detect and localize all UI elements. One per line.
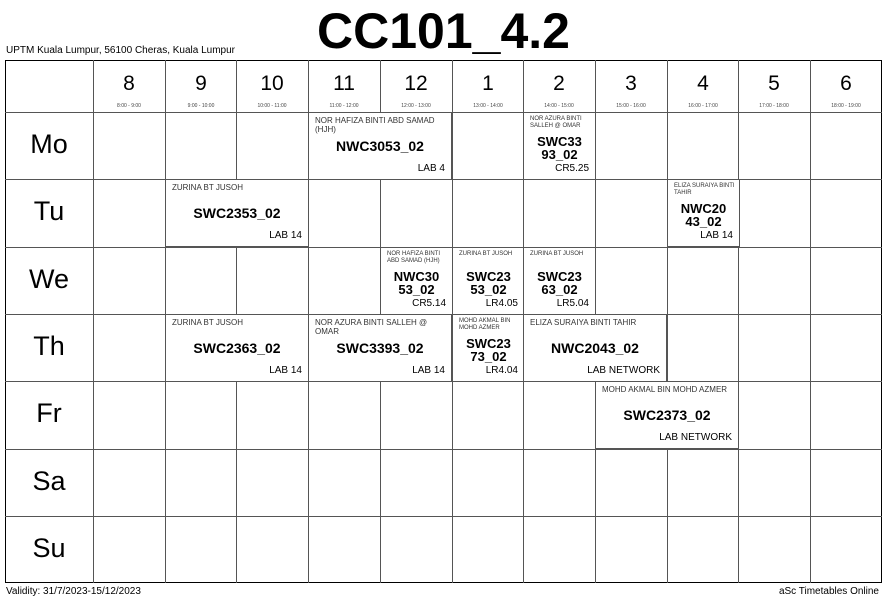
period-number: 10 bbox=[260, 72, 284, 95]
lesson-room: LAB 4 bbox=[417, 163, 445, 174]
lesson-card[interactable]: NOR AZURA BINTI SALLEH @ OMAR SWC3393_02 L… bbox=[308, 314, 452, 382]
lesson-room: LAB NETWORK bbox=[659, 432, 732, 443]
lesson-card[interactable]: NOR AZURA BINTI SALLEH @ OMAR SWC3393_02 C… bbox=[523, 112, 596, 180]
lesson-room: LR5.04 bbox=[556, 298, 589, 309]
lesson-room: CR5.14 bbox=[412, 298, 446, 309]
lesson-room: LR4.04 bbox=[485, 365, 518, 376]
lesson-card[interactable]: ZURINA BT JUSOH SWC2353_02 LAB 14 bbox=[165, 179, 309, 247]
lesson-teacher: NOR HAFIZA BINTI ABD SAMAD (HJH) bbox=[315, 116, 435, 134]
lesson-teacher: MOHD AKMAL BIN MOHD AZMER bbox=[602, 385, 728, 394]
lesson-room: LR4.05 bbox=[485, 298, 518, 309]
day-label: Sa bbox=[32, 466, 66, 496]
lesson-room: LAB NETWORK bbox=[587, 365, 660, 376]
period-time: 9:00 - 10:00 bbox=[187, 103, 215, 109]
period-number: 11 bbox=[333, 72, 355, 95]
lesson-teacher: ELIZA SURAIYA BINTI TAHIR bbox=[674, 183, 735, 196]
period-time: 12:00 - 13:00 bbox=[401, 103, 431, 109]
day-label: Th bbox=[33, 331, 65, 361]
grid-vline bbox=[667, 60, 668, 583]
period-number: 6 bbox=[840, 72, 852, 95]
lesson-subject: NWC2043_02 bbox=[680, 201, 727, 229]
lesson-room: LAB 14 bbox=[269, 365, 302, 376]
lesson-teacher: NOR AZURA BINTI SALLEH @ OMAR bbox=[530, 116, 582, 129]
lesson-subject: SWC2363_02 bbox=[193, 340, 281, 356]
period-time: 13:00 - 14:00 bbox=[473, 103, 503, 109]
period-number: 4 bbox=[697, 72, 709, 95]
lesson-card[interactable]: ELIZA SURAIYA BINTI TAHIR NWC2043_02 LAB N… bbox=[523, 314, 667, 382]
period-time: 15:00 - 16:00 bbox=[616, 103, 646, 109]
period-number: 1 bbox=[482, 72, 494, 95]
lesson-room: LAB 14 bbox=[700, 230, 733, 241]
grid-vline bbox=[93, 60, 94, 583]
lesson-card[interactable]: NOR HAFIZA BINTI ABD SAMAD (HJH) NWC3053_… bbox=[308, 112, 452, 180]
lesson-teacher: ELIZA SURAIYA BINTI TAHIR bbox=[530, 318, 637, 327]
period-number: 12 bbox=[404, 72, 428, 95]
period-number: 8 bbox=[123, 72, 135, 95]
day-label: Mo bbox=[30, 129, 68, 159]
lesson-teacher: ZURINA BT JUSOH bbox=[530, 251, 584, 257]
period-time: 17:00 - 18:00 bbox=[759, 103, 789, 109]
lesson-room: LAB 14 bbox=[269, 230, 302, 241]
period-time: 16:00 - 17:00 bbox=[688, 103, 718, 109]
lesson-teacher: ZURINA BT JUSOH bbox=[172, 183, 243, 192]
period-time: 11:00 - 12:00 bbox=[329, 103, 359, 109]
lesson-card[interactable]: NOR HAFIZA BINTI ABD SAMAD (HJH) NWC3053_… bbox=[380, 247, 453, 315]
lesson-room: CR5.25 bbox=[555, 163, 589, 174]
grid-hline bbox=[5, 449, 882, 450]
lesson-subject: SWC3393_02 bbox=[336, 340, 424, 356]
grid-hline bbox=[5, 516, 882, 517]
lesson-subject: NWC3053_02 bbox=[393, 269, 440, 297]
lesson-subject: SWC2373_02 bbox=[623, 407, 711, 423]
day-label: Su bbox=[32, 533, 66, 563]
grid-vline bbox=[738, 60, 739, 583]
period-number: 9 bbox=[195, 72, 207, 95]
period-number: 5 bbox=[768, 72, 780, 95]
period-time: 18:00 - 19:00 bbox=[831, 103, 861, 109]
lesson-subject: SWC2353_02 bbox=[193, 205, 281, 221]
lesson-teacher: MOHD AKMAL BIN MOHD AZMER bbox=[459, 318, 511, 331]
lesson-teacher: NOR AZURA BINTI SALLEH @ OMAR bbox=[315, 318, 428, 336]
lesson-teacher: ZURINA BT JUSOH bbox=[459, 251, 513, 257]
lesson-room: LAB 14 bbox=[412, 365, 445, 376]
lesson-card[interactable]: MOHD AKMAL BIN MOHD AZMER SWC2373_02 LAB N… bbox=[595, 381, 739, 449]
lesson-subject: SWC2353_02 bbox=[466, 269, 511, 297]
credit-text: aSc Timetables Online bbox=[778, 586, 879, 597]
period-time: 14:00 - 15:00 bbox=[544, 103, 574, 109]
day-label: Fr bbox=[36, 398, 62, 428]
period-time: 10:00 - 11:00 bbox=[257, 103, 287, 109]
lesson-teacher: NOR HAFIZA BINTI ABD SAMAD (HJH) bbox=[387, 251, 441, 264]
lesson-subject: SWC3393_02 bbox=[537, 134, 582, 162]
day-label: Tu bbox=[33, 196, 65, 226]
period-time: 8:00 - 9:00 bbox=[117, 103, 141, 109]
day-label: We bbox=[28, 264, 69, 294]
lesson-card[interactable]: ELIZA SURAIYA BINTI TAHIR NWC2043_02 LAB 1… bbox=[667, 179, 740, 247]
period-number: 2 bbox=[553, 72, 565, 95]
lesson-teacher: ZURINA BT JUSOH bbox=[172, 318, 243, 327]
grid-vline bbox=[810, 60, 811, 583]
timetable-grid: 8 8:00 - 9:00 9 9:00 - 10:00 10 10:00 - 11:00… bbox=[0, 0, 887, 605]
lesson-subject: SWC2363_02 bbox=[537, 269, 582, 297]
lesson-card[interactable]: ZURINA BT JUSOH SWC2363_02 LAB 14 bbox=[165, 314, 309, 382]
lesson-subject: NWC3053_02 bbox=[336, 138, 424, 154]
lesson-subject: SWC2373_02 bbox=[466, 336, 511, 364]
lesson-card[interactable]: ZURINA BT JUSOH SWC2363_02 LR5.04 bbox=[523, 247, 596, 315]
lesson-card[interactable]: ZURINA BT JUSOH SWC2353_02 LR4.05 bbox=[452, 247, 525, 315]
period-number: 3 bbox=[625, 72, 637, 95]
lesson-card[interactable]: MOHD AKMAL BIN MOHD AZMER SWC2373_02 LR4.0… bbox=[452, 314, 525, 382]
lesson-subject: NWC2043_02 bbox=[551, 340, 639, 356]
validity-text: Validity: 31/7/2023-15/12/2023 bbox=[6, 586, 141, 597]
